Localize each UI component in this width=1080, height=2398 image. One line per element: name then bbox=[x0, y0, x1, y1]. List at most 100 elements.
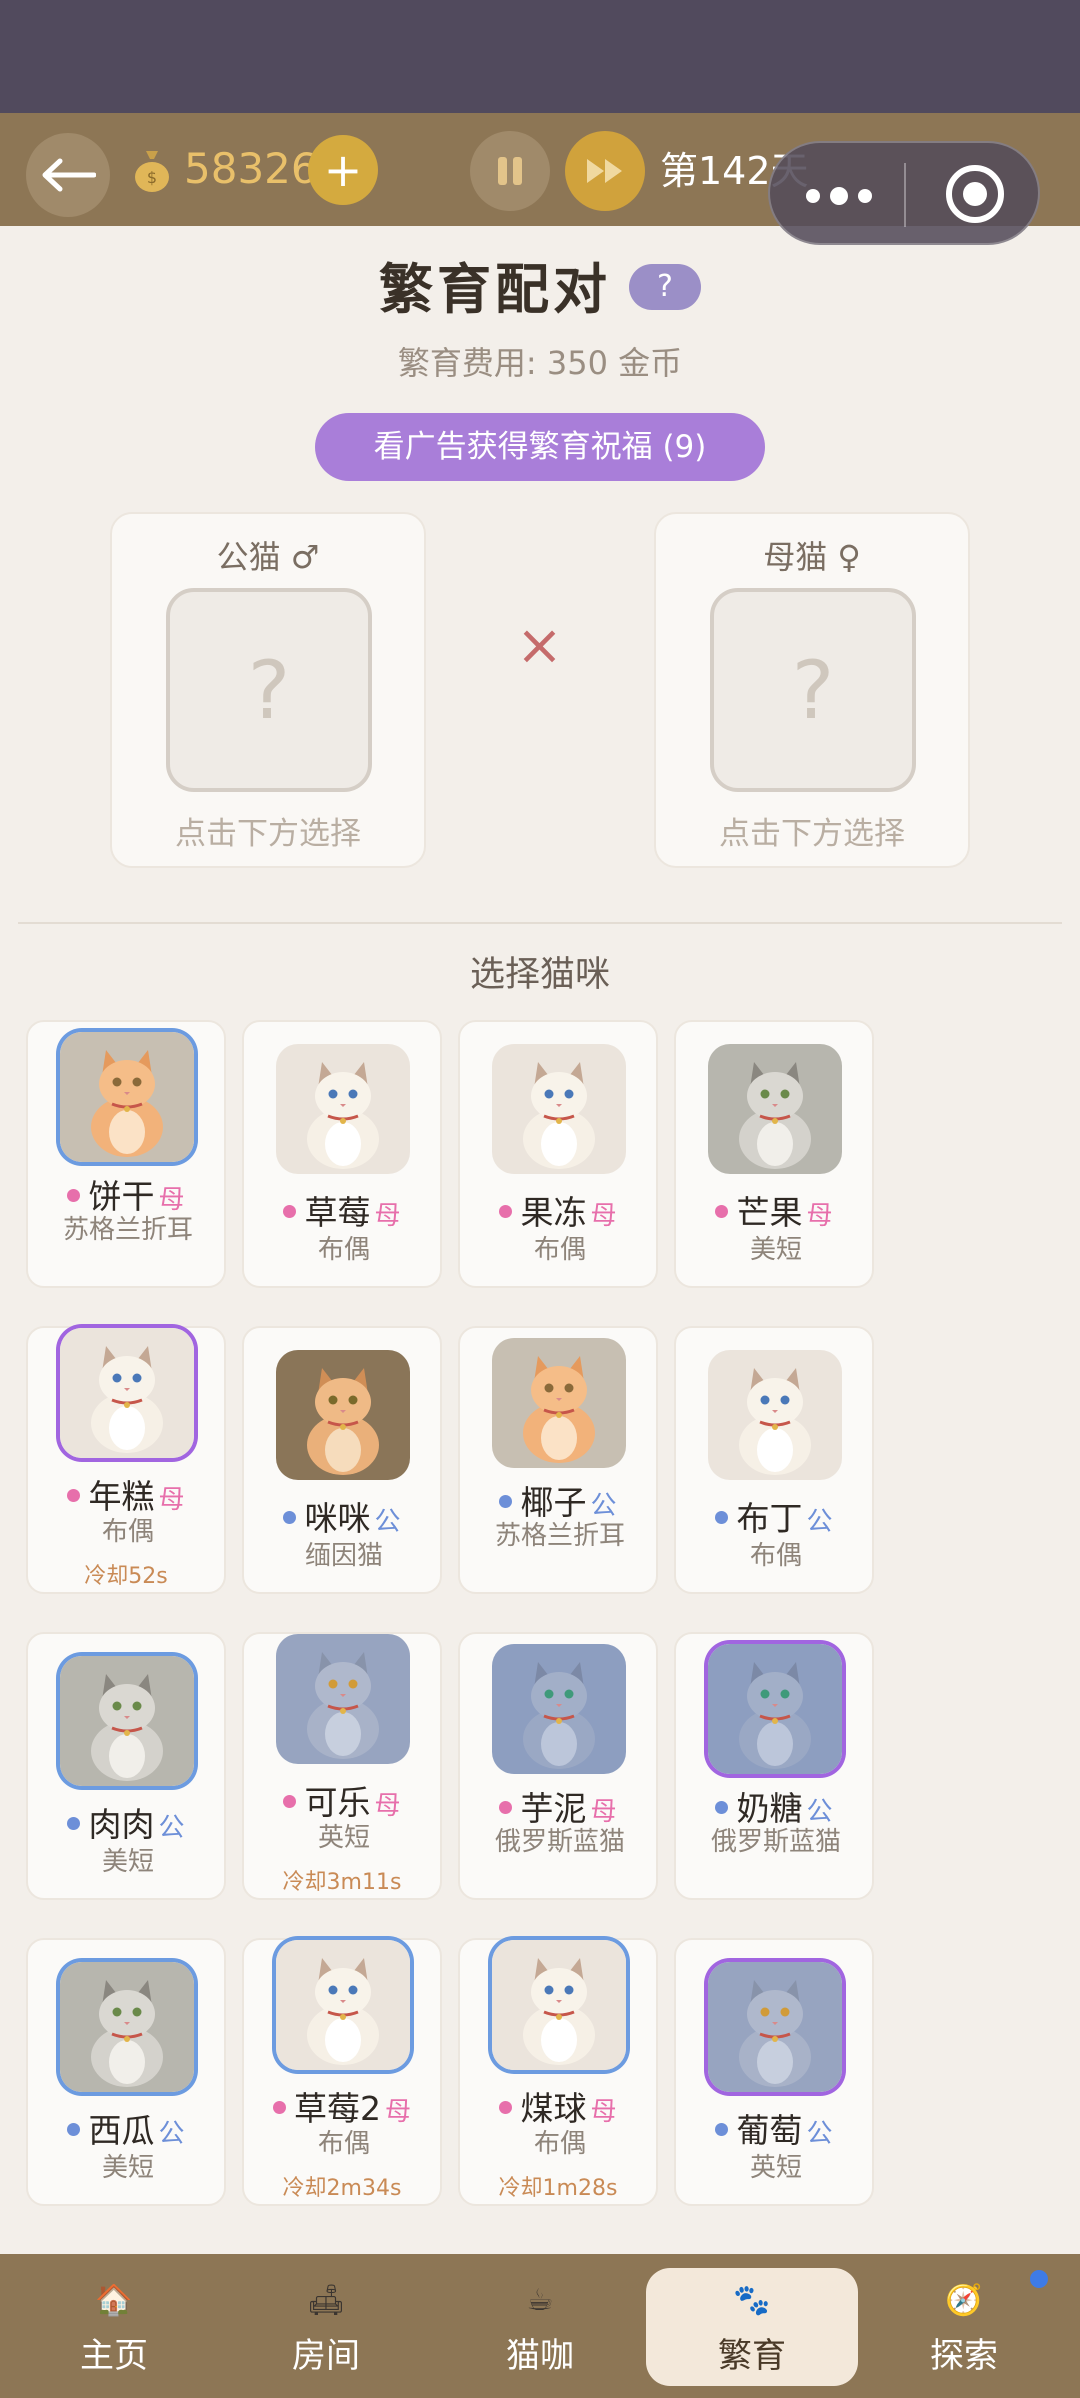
cat-avatar bbox=[276, 1634, 410, 1764]
cat-card[interactable]: 饼干母苏格兰折耳 bbox=[26, 1020, 226, 1288]
cat-illustration bbox=[708, 1350, 842, 1480]
sex-dot bbox=[715, 2123, 729, 2136]
cat-avatar bbox=[60, 1656, 194, 1786]
cat-illustration bbox=[492, 1044, 626, 1174]
breeding-fee: 繁育费用: 350 金币 bbox=[397, 344, 683, 382]
cat-name-row: 西瓜公 bbox=[28, 2104, 224, 2152]
cat-name: 芋泥 bbox=[520, 1789, 587, 1828]
pause-button[interactable] bbox=[470, 131, 550, 211]
pause-icon bbox=[498, 157, 522, 185]
cat-avatar bbox=[492, 1940, 626, 2070]
cat-card[interactable]: 奶糖公俄罗斯蓝猫 bbox=[674, 1632, 874, 1900]
cat-name: 咪咪 bbox=[304, 1499, 371, 1538]
cat-sex: 母 bbox=[590, 2097, 617, 2127]
sex-dot bbox=[272, 2101, 286, 2114]
cat-name: 果冻 bbox=[520, 1193, 587, 1232]
cat-name: 葡萄 bbox=[736, 2111, 803, 2150]
cat-card[interactable]: 椰子公苏格兰折耳 bbox=[458, 1326, 658, 1594]
explore-icon: 🧭 bbox=[945, 2283, 983, 2318]
cat-name: 奶糖 bbox=[736, 1789, 803, 1828]
cat-sex: 母 bbox=[806, 1201, 833, 1231]
cat-card[interactable]: 果冻母布偶 bbox=[458, 1020, 658, 1288]
female-slot-box[interactable]: ? bbox=[710, 588, 916, 792]
female-slot-label: 母猫 ♀ bbox=[763, 538, 861, 576]
cat-sex: 公 bbox=[806, 1507, 833, 1537]
sex-dot bbox=[715, 1801, 729, 1814]
cat-name: 肉肉 bbox=[88, 1805, 155, 1844]
cat-card[interactable]: 布丁公布偶 bbox=[674, 1326, 874, 1594]
cat-breed: 英短 bbox=[317, 1823, 370, 1853]
cat-avatar bbox=[276, 1940, 410, 2070]
cat-breed: 俄罗斯蓝猫 bbox=[494, 1827, 625, 1857]
tab-room[interactable]: 🛋 房间 bbox=[220, 2268, 432, 2386]
cat-avatar bbox=[708, 1644, 842, 1774]
cat-name: 草莓 bbox=[304, 1193, 371, 1232]
cat-sex: 母 bbox=[158, 1185, 185, 1215]
tab-breed[interactable]: 🐾 繁育 bbox=[646, 2268, 858, 2386]
cat-avatar bbox=[60, 1032, 194, 1162]
cat-illustration bbox=[492, 1644, 626, 1774]
tab-label: 房间 bbox=[292, 2336, 360, 2376]
fast-forward-button[interactable] bbox=[565, 131, 645, 211]
cat-card[interactable]: 年糕母布偶 冷却52s bbox=[26, 1326, 226, 1594]
sex-dot bbox=[283, 1795, 297, 1808]
pair-cross-icon: × bbox=[516, 613, 563, 678]
cat-illustration bbox=[60, 1328, 194, 1458]
cat-breed: 美短 bbox=[749, 1235, 802, 1265]
cat-name-row: 草莓2 母 bbox=[244, 2082, 440, 2130]
add-coins-button[interactable]: + bbox=[308, 135, 378, 205]
watch-ad-button[interactable]: 看广告获得繁育祝福 (9) bbox=[315, 413, 765, 481]
female-slot[interactable]: 母猫 ♀ ? 点击下方选择 bbox=[654, 512, 970, 868]
cat-sex: 公 bbox=[158, 1813, 185, 1843]
close-target-icon[interactable] bbox=[946, 165, 1004, 223]
cat-card[interactable]: 肉肉公美短 bbox=[26, 1632, 226, 1900]
cat-card[interactable]: 草莓2 母布偶 冷却2m34s bbox=[242, 1938, 442, 2206]
fast-forward-icon bbox=[587, 159, 622, 183]
cat-card[interactable]: 芒果母美短 bbox=[674, 1020, 874, 1288]
cat-breed: 苏格兰折耳 bbox=[494, 1521, 625, 1551]
cat-card[interactable]: 草莓母布偶 bbox=[242, 1020, 442, 1288]
notification-dot bbox=[1030, 2270, 1048, 2288]
cat-name: 年糕 bbox=[88, 1477, 155, 1516]
cat-card[interactable]: 芋泥母俄罗斯蓝猫 bbox=[458, 1632, 658, 1900]
cat-name-row: 饼干母 bbox=[28, 1170, 224, 1218]
cat-name: 煤球 bbox=[520, 2089, 587, 2128]
cat-name-row: 肉肉公 bbox=[28, 1798, 224, 1846]
sex-dot bbox=[67, 1817, 81, 1830]
male-slot-box[interactable]: ? bbox=[166, 588, 372, 792]
tab-home[interactable]: 🏠 主页 bbox=[8, 2268, 220, 2386]
cat-sex: 母 bbox=[158, 1485, 185, 1515]
tab-label: 探索 bbox=[930, 2336, 998, 2376]
cat-illustration bbox=[60, 1656, 194, 1786]
cat-breed: 俄罗斯蓝猫 bbox=[710, 1827, 841, 1857]
cat-card[interactable]: 煤球母布偶 冷却1m28s bbox=[458, 1938, 658, 2206]
cat-name: 布丁 bbox=[736, 1499, 803, 1538]
cat-card[interactable]: 葡萄公英短 bbox=[674, 1938, 874, 2206]
tab-cafe[interactable]: ☕ 猫咖 bbox=[434, 2268, 646, 2386]
cat-card[interactable]: 咪咪公缅因猫 bbox=[242, 1326, 442, 1594]
cat-card[interactable]: 可乐母英短 冷却3m11s bbox=[242, 1632, 442, 1900]
home-icon: 🏠 bbox=[95, 2283, 133, 2318]
cat-name-row: 芋泥母 bbox=[460, 1782, 656, 1830]
cooldown-timer: 冷却1m28s bbox=[498, 2176, 618, 2201]
sex-dot bbox=[499, 1801, 513, 1814]
cat-name-row: 果冻母 bbox=[460, 1186, 656, 1234]
male-slot[interactable]: 公猫 ♂ ? 点击下方选择 bbox=[110, 512, 426, 868]
sex-dot bbox=[499, 2101, 513, 2114]
cat-breed: 缅因猫 bbox=[304, 1541, 383, 1571]
cat-name-row: 椰子公 bbox=[460, 1476, 656, 1524]
help-button[interactable]: ? bbox=[629, 264, 701, 311]
cat-name-row: 咪咪公 bbox=[244, 1492, 440, 1540]
cooldown-timer: 冷却52s bbox=[84, 1564, 168, 1589]
cat-card[interactable]: 西瓜公美短 bbox=[26, 1938, 226, 2206]
cat-avatar bbox=[492, 1644, 626, 1774]
mini-program-capsule[interactable] bbox=[768, 141, 1040, 245]
more-icon[interactable] bbox=[806, 187, 872, 205]
male-slot-label: 公猫 ♂ bbox=[216, 538, 320, 576]
cafe-icon: ☕ bbox=[526, 2283, 554, 2318]
back-button[interactable] bbox=[26, 133, 110, 217]
cat-name-row: 年糕母 bbox=[28, 1470, 224, 1518]
cat-illustration bbox=[276, 1350, 410, 1480]
cat-illustration bbox=[60, 1962, 194, 2092]
cat-name-row: 煤球母 bbox=[460, 2082, 656, 2130]
